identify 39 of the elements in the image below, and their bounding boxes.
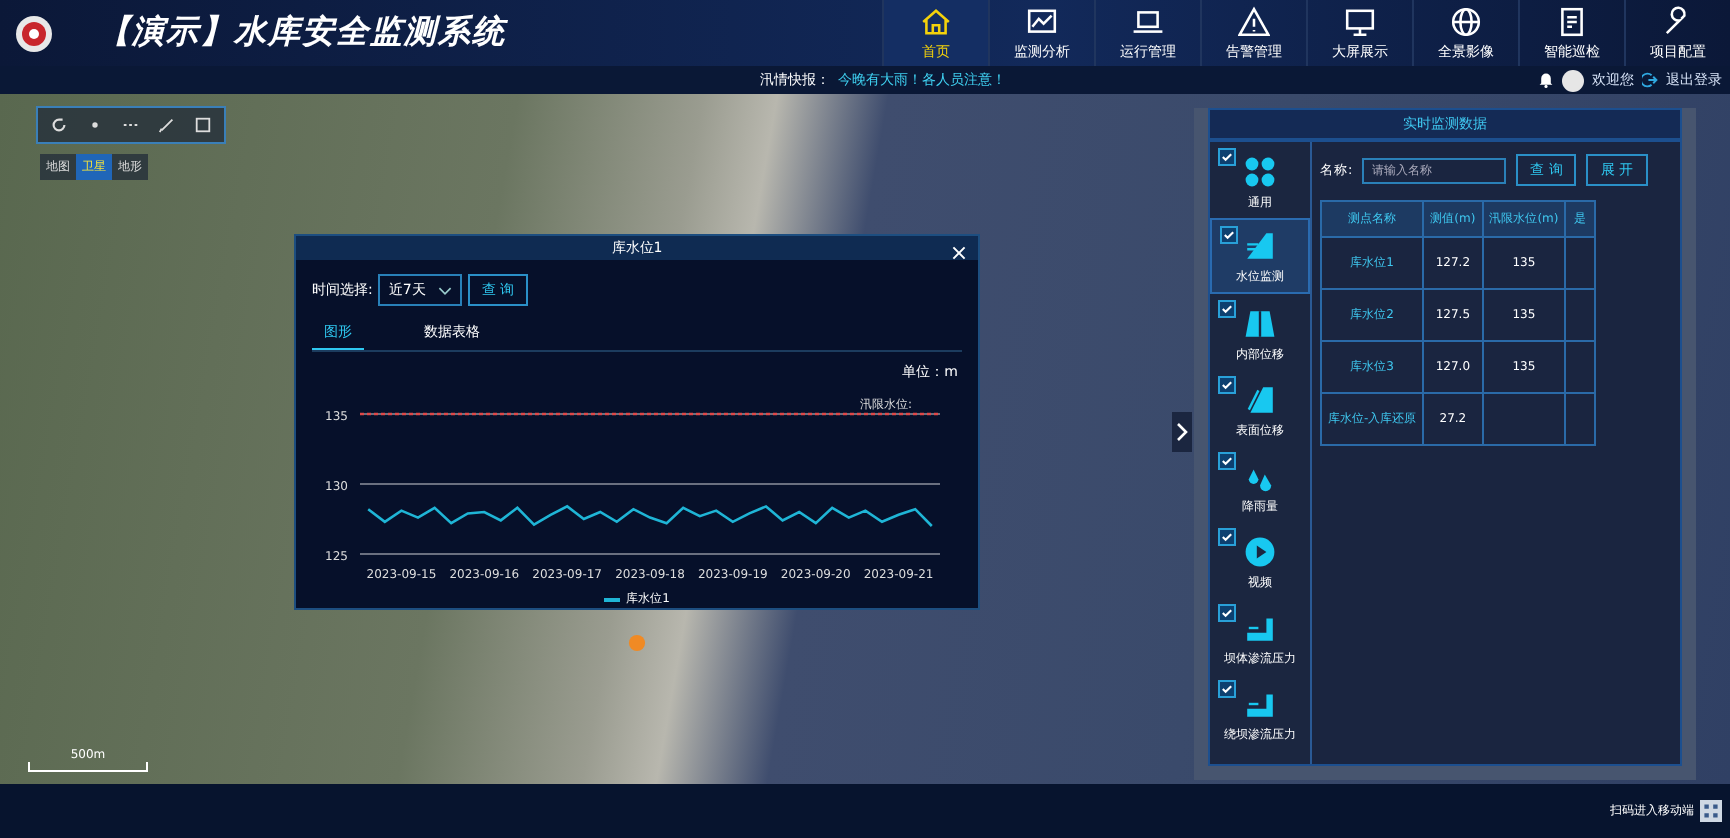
dam-icon xyxy=(1244,612,1276,644)
close-icon[interactable] xyxy=(952,246,966,260)
clipboard-icon xyxy=(1556,5,1588,37)
caret-icon xyxy=(437,285,452,295)
globe-icon xyxy=(1450,5,1482,37)
logout-icon[interactable] xyxy=(1642,72,1658,88)
chevron-right-icon[interactable] xyxy=(1172,410,1192,454)
play-icon xyxy=(1244,536,1276,568)
laptop-icon xyxy=(1132,5,1164,37)
checkbox[interactable] xyxy=(1218,452,1236,470)
checkbox[interactable] xyxy=(1220,226,1238,244)
checkbox[interactable] xyxy=(1218,680,1236,698)
rotate-icon[interactable] xyxy=(50,116,68,134)
map-marker-icon[interactable] xyxy=(628,634,646,652)
bell-icon[interactable] xyxy=(1538,72,1554,88)
wall-icon xyxy=(1244,308,1276,340)
dam-icon xyxy=(1244,688,1276,720)
scale-bar-icon xyxy=(28,762,148,772)
dot-icon[interactable] xyxy=(86,116,104,134)
pencil-icon[interactable] xyxy=(158,116,176,134)
line-chart-icon xyxy=(1026,5,1058,37)
fullscreen-icon[interactable] xyxy=(194,116,212,134)
grid-icon xyxy=(1244,156,1276,188)
qr-code-icon[interactable] xyxy=(1700,800,1722,822)
checkbox[interactable] xyxy=(1218,604,1236,622)
water-level-icon xyxy=(1244,230,1276,262)
satellite-map-placeholder[interactable] xyxy=(0,94,1730,784)
checkbox[interactable] xyxy=(1218,528,1236,546)
home-icon xyxy=(920,5,952,37)
warning-icon xyxy=(1238,5,1270,37)
avatar-circle[interactable] xyxy=(1562,69,1584,91)
checkbox[interactable] xyxy=(1218,148,1236,166)
checkbox[interactable] xyxy=(1218,376,1236,394)
slope-icon xyxy=(1244,384,1276,416)
app-title: 【演示】水库安全监测系统 xyxy=(98,12,506,54)
logo-icon xyxy=(14,13,54,53)
checkbox[interactable] xyxy=(1218,300,1236,318)
table-cell xyxy=(1482,393,1566,445)
monitor-icon xyxy=(1344,5,1376,37)
